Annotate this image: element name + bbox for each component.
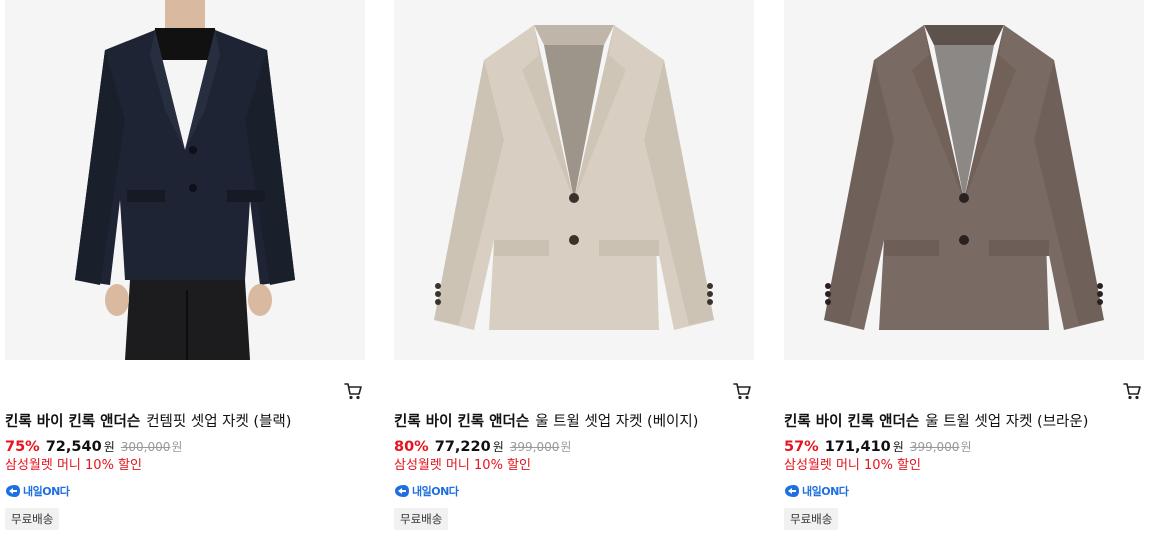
original-currency-unit: 원 bbox=[960, 440, 972, 454]
delivery-badge-label: 내일ON다 bbox=[23, 485, 70, 498]
product-title[interactable]: 킨록 바이 킨록 앤더슨 울 트윌 셋업 자켓 (브라운) bbox=[784, 412, 1144, 432]
rocket-delivery-icon bbox=[6, 485, 20, 497]
rocket-delivery-icon bbox=[785, 485, 799, 497]
product-title[interactable]: 킨록 바이 킨록 앤더슨 울 트윌 셋업 자켓 (베이지) bbox=[394, 412, 754, 432]
product-image[interactable] bbox=[784, 0, 1144, 360]
promo-text: 삼성월렛 머니 10% 할인 bbox=[5, 458, 142, 473]
original-currency-unit: 원 bbox=[171, 440, 183, 454]
product-name: 울 트윌 셋업 자켓 (브라운) bbox=[925, 414, 1089, 430]
product-image-brown-jacket bbox=[784, 0, 1144, 360]
product-image[interactable] bbox=[394, 0, 754, 360]
cart-icon[interactable] bbox=[732, 381, 752, 401]
delivery-badge-label: 내일ON다 bbox=[802, 485, 849, 498]
delivery-badge: 내일ON다 bbox=[394, 483, 459, 499]
delivery-badge-label: 내일ON다 bbox=[412, 485, 459, 498]
brand-name: 킨록 바이 킨록 앤더슨 bbox=[784, 414, 920, 430]
currency-unit: 원 bbox=[892, 440, 904, 454]
product-grid: 킨록 바이 킨록 앤더슨 컨템핏 셋업 자켓 (블랙) 75% 72,540 원 … bbox=[0, 0, 1151, 548]
free-shipping-tag: 무료배송 bbox=[5, 508, 60, 530]
price-row: 75% 72,540 원 300,000 원 bbox=[5, 438, 182, 458]
product-image[interactable] bbox=[5, 0, 365, 360]
discount-rate: 75% bbox=[5, 439, 40, 455]
sale-price: 171,410 bbox=[824, 439, 891, 455]
rocket-delivery-icon bbox=[395, 485, 409, 497]
currency-unit: 원 bbox=[492, 440, 504, 454]
product-image-beige-jacket bbox=[394, 0, 754, 360]
original-currency-unit: 원 bbox=[560, 440, 572, 454]
currency-unit: 원 bbox=[103, 440, 115, 454]
brand-name: 킨록 바이 킨록 앤더슨 bbox=[5, 414, 141, 430]
cart-icon[interactable] bbox=[343, 381, 363, 401]
original-price: 300,000 bbox=[120, 440, 171, 454]
product-title[interactable]: 킨록 바이 킨록 앤더슨 컨템핏 셋업 자켓 (블랙) bbox=[5, 412, 365, 432]
delivery-badge: 내일ON다 bbox=[5, 483, 70, 499]
promo-text: 삼성월렛 머니 10% 할인 bbox=[784, 458, 921, 473]
product-card[interactable]: 킨록 바이 킨록 앤더슨 컨템핏 셋업 자켓 (블랙) 75% 72,540 원 … bbox=[5, 0, 365, 548]
product-card[interactable]: 킨록 바이 킨록 앤더슨 울 트윌 셋업 자켓 (브라운) 57% 171,410… bbox=[784, 0, 1144, 548]
discount-rate: 57% bbox=[784, 439, 819, 455]
original-price: 399,000 bbox=[909, 440, 960, 454]
discount-rate: 80% bbox=[394, 439, 429, 455]
delivery-badge: 내일ON다 bbox=[784, 483, 849, 499]
cart-icon[interactable] bbox=[1122, 381, 1142, 401]
free-shipping-tag: 무료배송 bbox=[784, 508, 839, 530]
promo-text: 삼성월렛 머니 10% 할인 bbox=[394, 458, 531, 473]
brand-name: 킨록 바이 킨록 앤더슨 bbox=[394, 414, 530, 430]
original-price: 399,000 bbox=[509, 440, 560, 454]
sale-price: 72,540 bbox=[45, 439, 102, 455]
product-image-model-black-jacket bbox=[5, 0, 365, 360]
price-row: 80% 77,220 원 399,000 원 bbox=[394, 438, 571, 458]
product-name: 컨템핏 셋업 자켓 (블랙) bbox=[146, 414, 292, 430]
free-shipping-tag: 무료배송 bbox=[394, 508, 449, 530]
price-row: 57% 171,410 원 399,000 원 bbox=[784, 438, 971, 458]
product-card[interactable]: 킨록 바이 킨록 앤더슨 울 트윌 셋업 자켓 (베이지) 80% 77,220 … bbox=[394, 0, 754, 548]
product-name: 울 트윌 셋업 자켓 (베이지) bbox=[535, 414, 699, 430]
sale-price: 77,220 bbox=[434, 439, 491, 455]
